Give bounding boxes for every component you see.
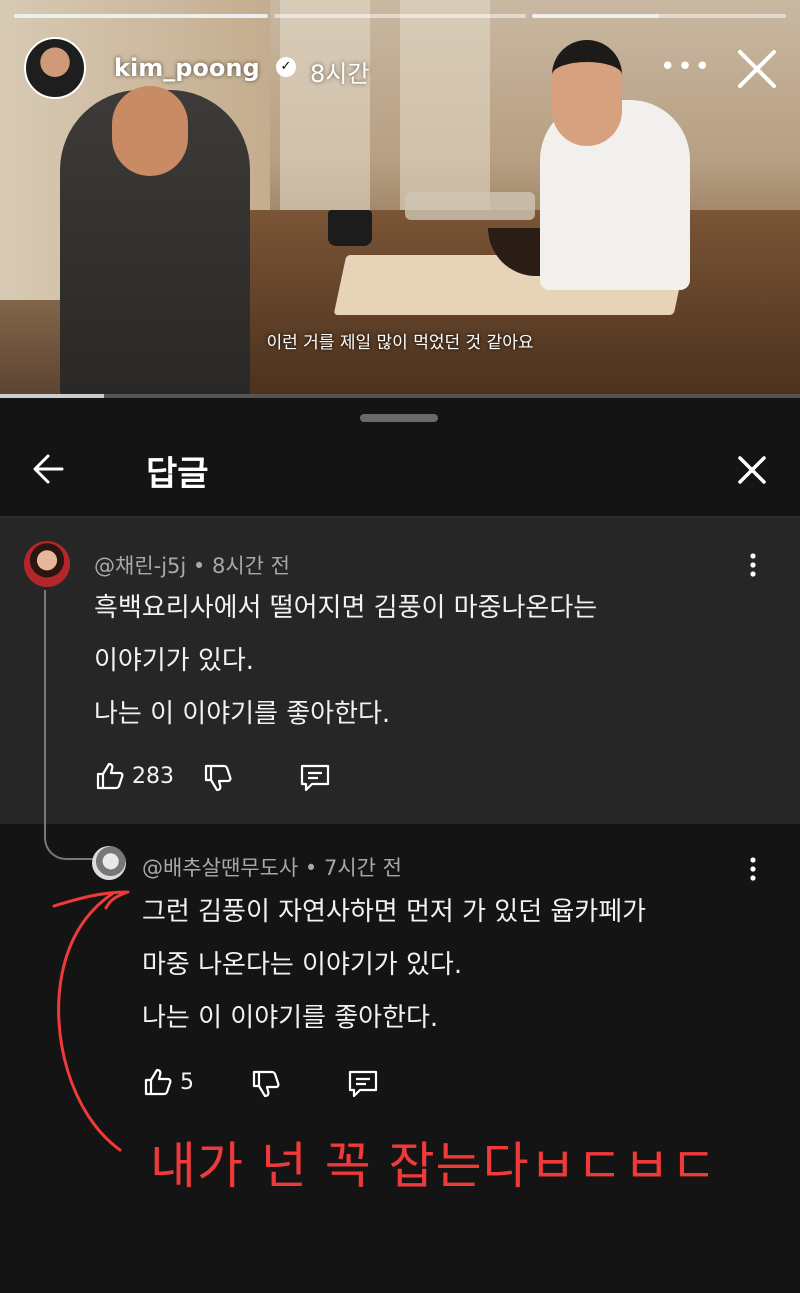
comment-line: 흑백요리사에서 떨어지면 김풍이 마중나온다는 [94,593,598,623]
like-count: 5 [180,1070,194,1095]
comment-text: 흑백요리사에서 떨어지면 김풍이 마중나온다는 이야기가 있다. 나는 이 이야… [94,582,597,741]
comment-line: 그런 김풍이 자연사하면 먼저 가 있던 윱카페가 [142,897,647,927]
video-person-left-head [112,86,188,176]
story-progress-segment [274,14,526,18]
reply-icon[interactable] [298,762,332,794]
comment-author[interactable]: @배추살땐무도사 [142,856,298,880]
thumbs-down-icon[interactable] [250,1068,282,1100]
story-username[interactable]: kim_poong [114,54,260,82]
more-options-icon[interactable]: ••• [660,52,712,82]
video-background [280,0,370,230]
sheet-title: 답글 [146,454,209,494]
video-person-right-head [552,40,622,146]
comment-text: 그런 김풍이 자연사하면 먼저 가 있던 윱카페가 마중 나온다는 이야기가 있… [142,886,646,1045]
comment-meta: @배추살땐무도사 • 7시간 전 [142,856,402,880]
close-icon[interactable] [734,46,780,92]
red-arrow-annotation [52,890,130,1152]
reply-icon[interactable] [346,1068,380,1100]
like-count: 283 [132,764,174,789]
close-icon[interactable] [734,452,770,488]
comment-line: 나는 이 이야기를 좋아한다. [142,1003,439,1033]
comment-time: 8시간 전 [212,554,290,578]
story-progress-segment [532,14,786,18]
kebab-menu-icon[interactable] [748,552,758,578]
story-progress-segment [14,14,268,18]
comment-author[interactable]: @채린-j5j [94,554,186,578]
story-avatar[interactable] [24,37,86,99]
video-subtitle: 이런 거를 제일 많이 먹었던 것 같아요 [266,333,534,353]
thumbs-up-icon[interactable] [94,760,126,792]
thumbs-down-icon[interactable] [202,762,234,794]
video-cup [328,210,372,246]
annotation-text: 내가 넌 꼭 잡는다ㅂㄷㅂㄷ [150,1137,718,1195]
kebab-menu-icon[interactable] [748,856,758,882]
verified-icon: ✓ [276,57,296,77]
sheet-drag-handle[interactable] [360,414,438,422]
comment-meta: @채린-j5j • 8시간 전 [94,554,290,578]
comment-line: 마중 나온다는 이야기가 있다. [142,950,463,980]
avatar[interactable] [24,541,70,587]
story-time: 8시간 [310,60,370,88]
comment-line: 이야기가 있다. [94,646,255,676]
comment-line: 나는 이 이야기를 좋아한다. [94,699,391,729]
comment-time: 7시간 전 [324,856,402,880]
video-plates [405,192,535,220]
back-arrow-icon[interactable] [28,448,70,490]
